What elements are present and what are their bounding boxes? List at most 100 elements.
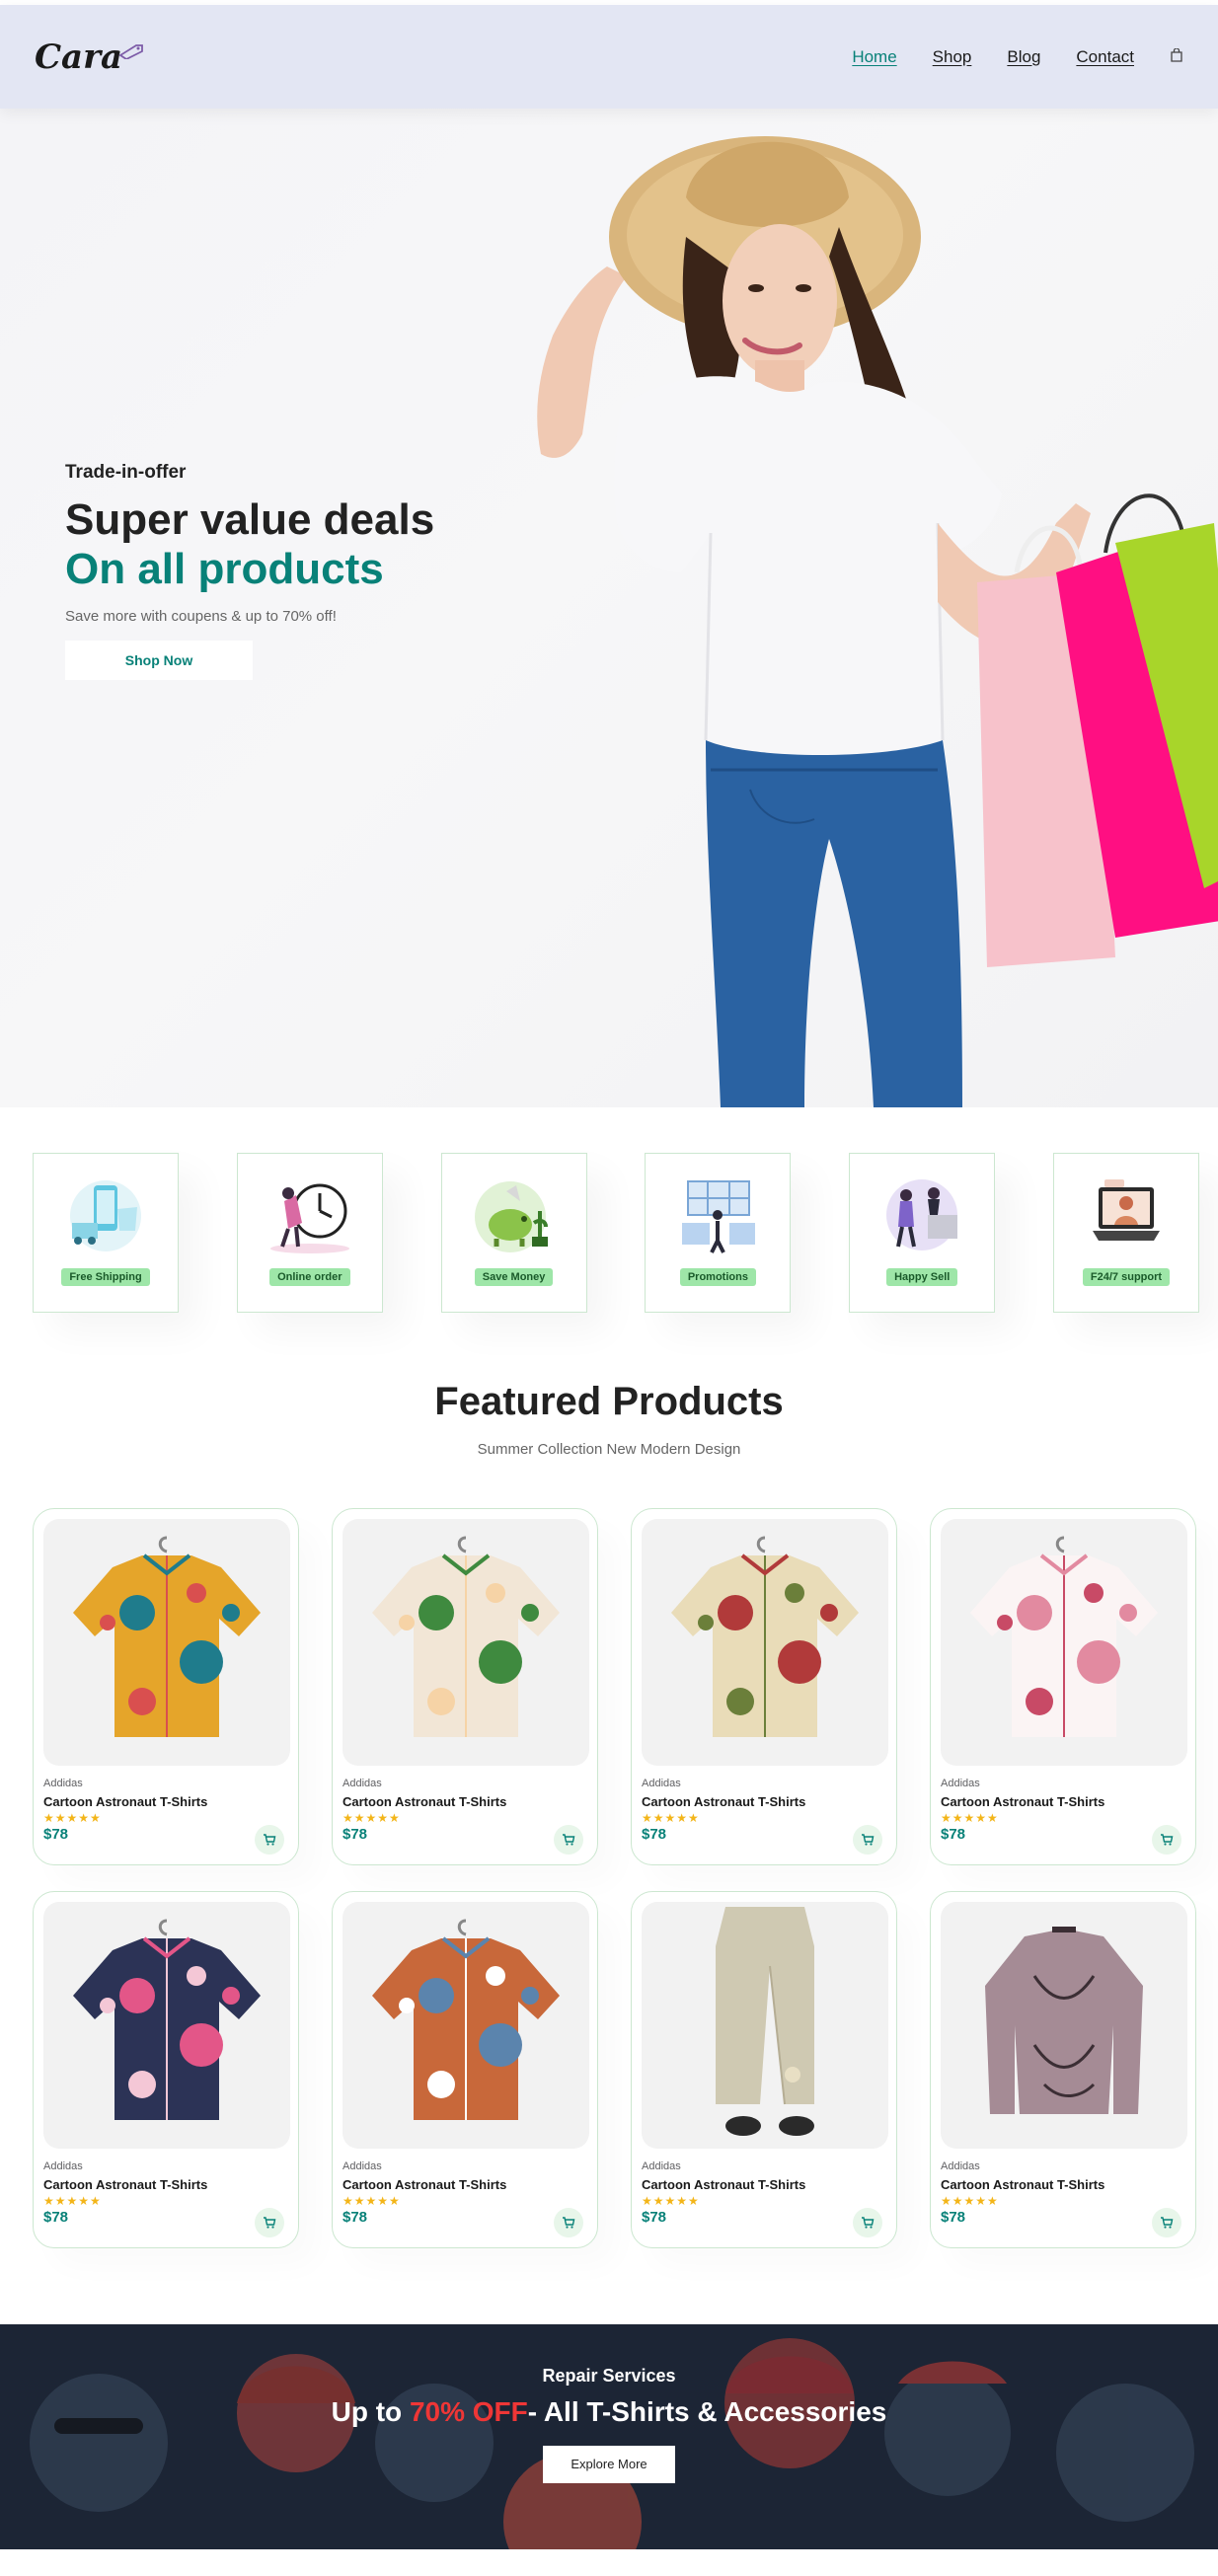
- add-to-cart-button[interactable]: [255, 1825, 284, 1855]
- add-to-cart-button[interactable]: [554, 2208, 583, 2237]
- banner-text: Repair Services Up to 70% OFF- All T-Shi…: [0, 2366, 1218, 2483]
- nav-contact[interactable]: Contact: [1076, 47, 1134, 67]
- nav-blog[interactable]: Blog: [1007, 47, 1040, 67]
- product-name[interactable]: Cartoon Astronaut T-Shirts: [642, 1794, 886, 1809]
- product-shirt-image: [73, 1919, 261, 2120]
- product-image[interactable]: [941, 1902, 1187, 2149]
- product-card[interactable]: Addidas Cartoon Astronaut T-Shirts ★★★★★ $7…: [930, 1891, 1196, 2248]
- hero-subtitle: Save more with coupens & up to 70% off!: [65, 608, 337, 625]
- product-name[interactable]: Cartoon Astronaut T-Shirts: [343, 1794, 587, 1809]
- cart-icon: [1161, 2217, 1174, 2229]
- product-card[interactable]: Addidas Cartoon Astronaut T-Shirts ★★★★★ $7…: [631, 1891, 897, 2248]
- nav-shop[interactable]: Shop: [933, 47, 972, 67]
- product-brand: Addidas: [343, 1778, 382, 1789]
- add-to-cart-button[interactable]: [853, 2208, 882, 2237]
- product-shirt-image: [970, 1536, 1158, 1737]
- product-card[interactable]: Addidas Cartoon Astronaut T-Shirts ★★★★★ $7…: [33, 1508, 299, 1865]
- product-brand: Addidas: [941, 2160, 980, 2172]
- product-brand: Addidas: [941, 1778, 980, 1789]
- product-price: $78: [343, 2209, 368, 2226]
- promo-banner: Repair Services Up to 70% OFF- All T-Shi…: [0, 2324, 1218, 2549]
- product-shirt-image: [73, 1536, 261, 1737]
- explore-more-button[interactable]: Explore More: [543, 2446, 675, 2483]
- product-shirt-image: [671, 1536, 859, 1737]
- product-rating-stars: ★★★★★: [642, 1811, 700, 1825]
- cart-icon: [264, 1834, 276, 1846]
- product-price: $78: [941, 2209, 966, 2226]
- product-name[interactable]: Cartoon Astronaut T-Shirts: [343, 2177, 587, 2192]
- product-image[interactable]: [43, 1902, 290, 2149]
- cart-icon: [1161, 1834, 1174, 1846]
- add-to-cart-button[interactable]: [853, 1825, 882, 1855]
- feature-label: Save Money: [474, 1268, 554, 1286]
- product-price: $78: [642, 1826, 667, 1843]
- product-name[interactable]: Cartoon Astronaut T-Shirts: [642, 2177, 886, 2192]
- product-rating-stars: ★★★★★: [43, 1811, 102, 1825]
- shop-now-button[interactable]: Shop Now: [65, 641, 253, 680]
- product-rating-stars: ★★★★★: [43, 2194, 102, 2208]
- cart-icon: [563, 1834, 575, 1846]
- featured-title: Featured Products: [434, 1380, 784, 1423]
- logo[interactable]: Cara: [35, 38, 144, 77]
- product-card[interactable]: Addidas Cartoon Astronaut T-Shirts ★★★★★ $7…: [631, 1508, 897, 1865]
- cart-icon: [563, 2217, 575, 2229]
- hero-title-accent: On all products: [65, 545, 384, 593]
- product-shirt-image: [985, 1927, 1143, 2114]
- product-name[interactable]: Cartoon Astronaut T-Shirts: [43, 2177, 288, 2192]
- nav-home[interactable]: Home: [852, 47, 896, 67]
- product-price: $78: [642, 2209, 667, 2226]
- product-rating-stars: ★★★★★: [343, 2194, 401, 2208]
- support-illustration: [1092, 1179, 1160, 1241]
- hero-text: Trade-in-offer Super value deals On all …: [65, 462, 434, 680]
- feature-happy-sell[interactable]: Happy Sell: [849, 1153, 996, 1313]
- product-name[interactable]: Cartoon Astronaut T-Shirts: [941, 1794, 1185, 1809]
- feature-support[interactable]: F24/7 support: [1052, 1153, 1199, 1313]
- product-shirt-image: [372, 1919, 560, 2120]
- feature-label: Promotions: [679, 1268, 756, 1286]
- featured-subtitle: Summer Collection New Modern Design: [477, 1441, 741, 1458]
- feature-free-shipping[interactable]: Free Shipping: [33, 1153, 179, 1313]
- product-card[interactable]: Addidas Cartoon Astronaut T-Shirts ★★★★★ $7…: [33, 1891, 299, 2248]
- product-image[interactable]: [343, 1902, 589, 2149]
- product-name[interactable]: Cartoon Astronaut T-Shirts: [941, 2177, 1185, 2192]
- add-to-cart-button[interactable]: [1152, 1825, 1181, 1855]
- cart-icon: [264, 2217, 276, 2229]
- product-price: $78: [941, 1826, 966, 1843]
- feature-online-order[interactable]: Online order: [236, 1153, 383, 1313]
- product-card[interactable]: Addidas Cartoon Astronaut T-Shirts ★★★★★ $7…: [332, 1891, 598, 2248]
- product-image[interactable]: [642, 1902, 888, 2149]
- product-rating-stars: ★★★★★: [642, 2194, 700, 2208]
- product-card[interactable]: Addidas Cartoon Astronaut T-Shirts ★★★★★ $7…: [332, 1508, 598, 1865]
- banner-title: Up to 70% OFF- All T-Shirts & Accessorie…: [0, 2396, 1218, 2428]
- product-image[interactable]: [642, 1519, 888, 1766]
- logo-tag-icon: [118, 43, 143, 59]
- piggy-bank-illustration: [474, 1181, 548, 1252]
- cart-icon: [862, 2217, 875, 2229]
- product-name[interactable]: Cartoon Astronaut T-Shirts: [43, 1794, 288, 1809]
- banner-title-suffix: - All T-Shirts & Accessories: [527, 2396, 887, 2427]
- clock-order-illustration: [269, 1183, 349, 1253]
- product-rating-stars: ★★★★★: [941, 1811, 999, 1825]
- product-shirt-image: [716, 1907, 814, 2136]
- product-rating-stars: ★★★★★: [941, 2194, 999, 2208]
- product-price: $78: [343, 1826, 368, 1843]
- site-header: Cara Home Shop Blog Contact: [0, 5, 1218, 109]
- add-to-cart-button[interactable]: [1152, 2208, 1181, 2237]
- product-image[interactable]: [941, 1519, 1187, 1766]
- main-nav: Home Shop Blog Contact: [852, 47, 1183, 67]
- phone-shipping-illustration: [70, 1180, 141, 1251]
- banner-title-prefix: Up to: [331, 2396, 410, 2427]
- feature-save-money[interactable]: Save Money: [440, 1153, 587, 1313]
- product-grid: Addidas Cartoon Astronaut T-Shirts ★★★★★ $7…: [33, 1508, 1199, 2248]
- product-card[interactable]: Addidas Cartoon Astronaut T-Shirts ★★★★★ $7…: [930, 1508, 1196, 1865]
- feature-promotions[interactable]: Promotions: [645, 1153, 792, 1313]
- add-to-cart-button[interactable]: [554, 1825, 583, 1855]
- feature-label: Online order: [269, 1268, 350, 1286]
- add-to-cart-button[interactable]: [255, 2208, 284, 2237]
- banner-title-accent: 70% OFF: [409, 2396, 528, 2427]
- product-shirt-image: [372, 1536, 560, 1737]
- bag-icon[interactable]: [1170, 46, 1183, 67]
- product-image[interactable]: [343, 1519, 589, 1766]
- hero-section: Trade-in-offer Super value deals On all …: [0, 109, 1218, 1107]
- product-image[interactable]: [43, 1519, 290, 1766]
